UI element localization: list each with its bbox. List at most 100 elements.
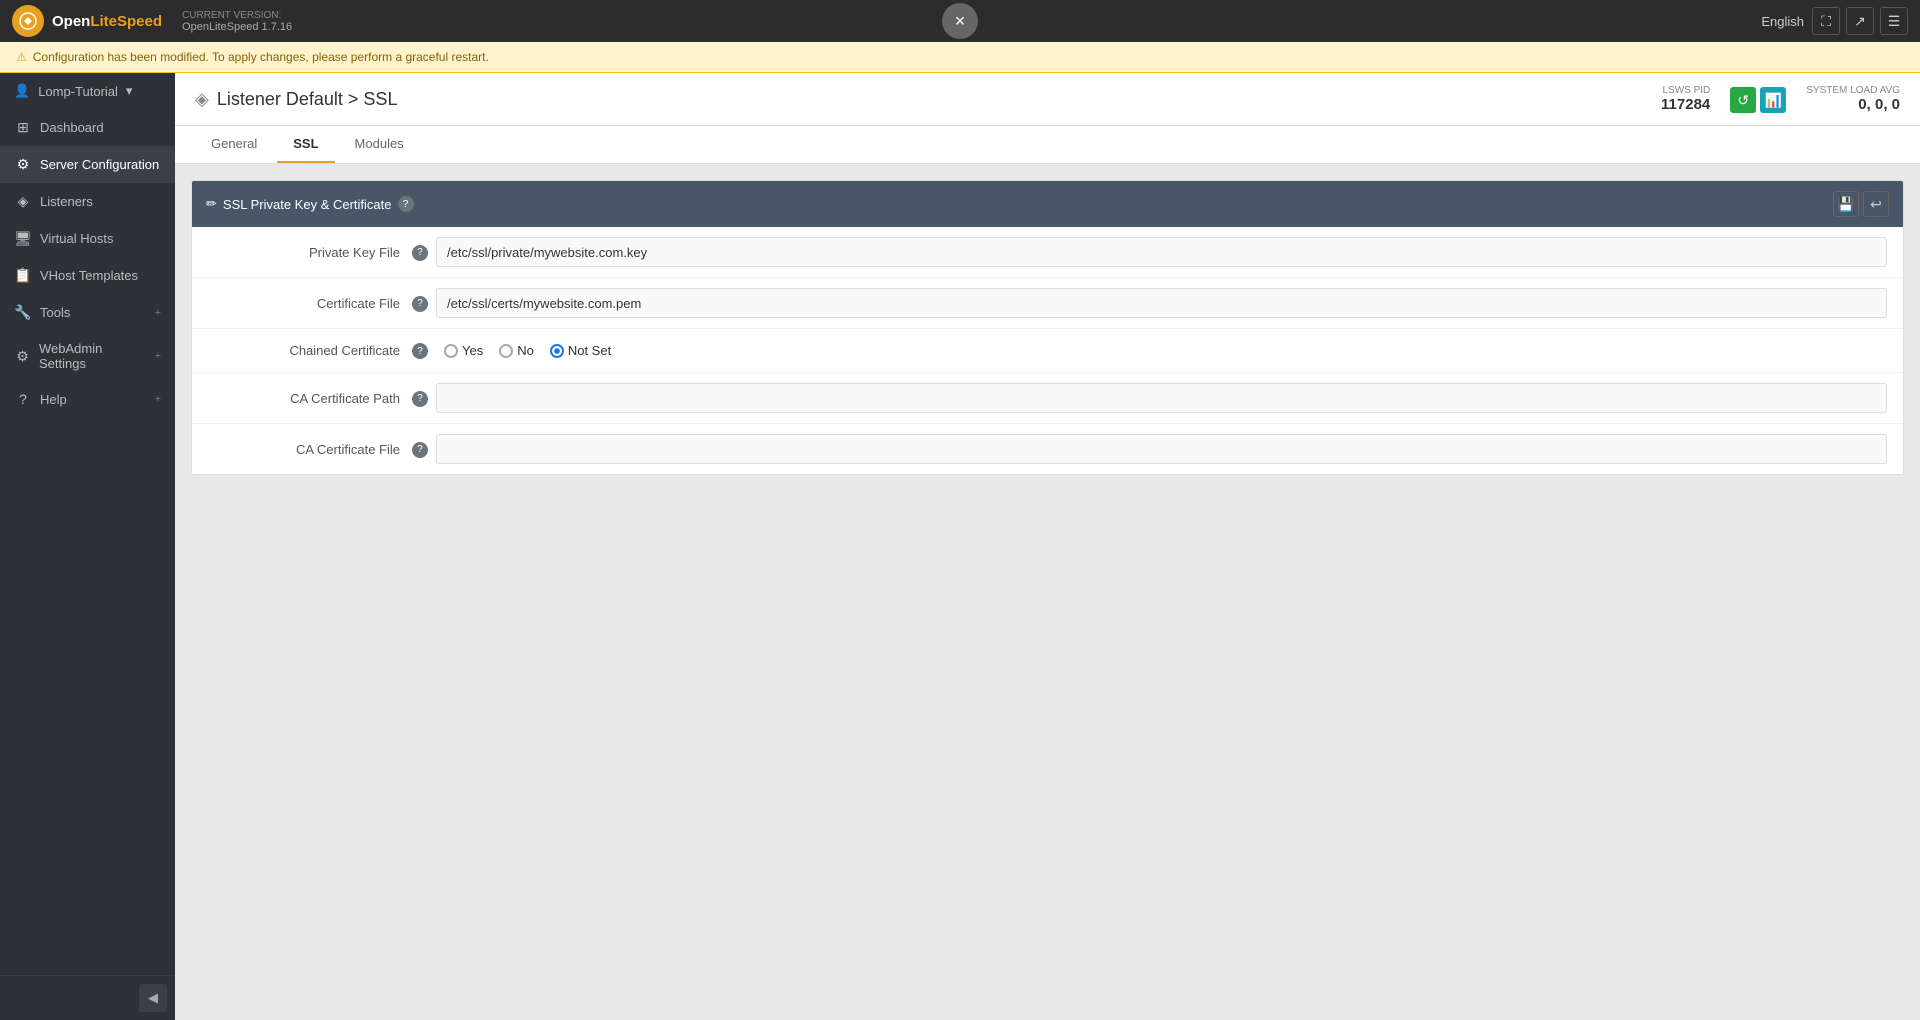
profile-arrow-icon: ▾ xyxy=(126,83,133,99)
main-layout: 👤 Lomp-Tutorial ▾ ⊞ Dashboard ⚙ Server C… xyxy=(0,73,1920,1020)
profile-label: Lomp-Tutorial xyxy=(38,84,118,99)
menu-button[interactable]: ☰ xyxy=(1880,7,1908,35)
load-value: 0, 0, 0 xyxy=(1806,96,1900,113)
top-bar: OpenLiteSpeed CURRENT VERSION: OpenLiteS… xyxy=(0,0,1920,42)
ca-certificate-path-help: ? xyxy=(412,389,428,407)
radio-no[interactable]: No xyxy=(499,343,534,358)
private-key-file-value: /etc/ssl/private/mywebsite.com.key xyxy=(436,237,1887,267)
radio-yes-circle xyxy=(444,344,458,358)
help-icon[interactable]: ? xyxy=(412,442,428,458)
expand-icon: + xyxy=(155,393,161,405)
field-private-key-file: Private Key File ? /etc/ssl/private/mywe… xyxy=(192,227,1903,278)
ca-certificate-file-value xyxy=(436,434,1887,464)
ca-certificate-file-help: ? xyxy=(412,440,428,458)
notification-bar: ⚠ Configuration has been modified. To ap… xyxy=(0,42,1920,73)
section-header-actions: 💾 ↩ xyxy=(1833,191,1889,217)
close-dialog-center: × xyxy=(942,3,978,39)
logo: OpenLiteSpeed xyxy=(12,5,162,37)
server-config-icon: ⚙ xyxy=(14,156,32,173)
virtual-hosts-icon: 🖥 xyxy=(14,230,32,247)
field-ca-certificate-file: CA Certificate File ? xyxy=(192,424,1903,474)
field-certificate-file: Certificate File ? /etc/ssl/certs/mywebs… xyxy=(192,278,1903,329)
sidebar-item-server-config[interactable]: ⚙ Server Configuration xyxy=(0,146,175,183)
vhost-templates-icon: 📋 xyxy=(14,267,32,284)
top-bar-icons: ⛶ ↗ ☰ xyxy=(1812,7,1908,35)
warning-icon: ⚠ xyxy=(16,50,27,64)
tab-modules[interactable]: Modules xyxy=(339,126,420,163)
sidebar-item-label: VHost Templates xyxy=(40,268,138,283)
section-header-left: ✏ SSL Private Key & Certificate ? xyxy=(206,196,1825,212)
new-tab-button[interactable]: ↗ xyxy=(1846,7,1874,35)
pid-actions: ↺ 📊 xyxy=(1730,87,1786,113)
sidebar-item-tools[interactable]: 🔧 Tools + xyxy=(0,294,175,331)
webadmin-icon: ⚙ xyxy=(14,348,31,365)
ssl-section-help-icon[interactable]: ? xyxy=(398,196,414,212)
section-discard-button[interactable]: ↩ xyxy=(1863,191,1889,217)
language-selector[interactable]: English xyxy=(1761,14,1804,29)
certificate-file-value: /etc/ssl/certs/mywebsite.com.pem xyxy=(436,288,1887,318)
logo-text: OpenLiteSpeed xyxy=(52,13,162,30)
sidebar: 👤 Lomp-Tutorial ▾ ⊞ Dashboard ⚙ Server C… xyxy=(0,73,175,1020)
radio-no-circle xyxy=(499,344,513,358)
sidebar-item-label: WebAdmin Settings xyxy=(39,341,147,371)
chained-certificate-help: ? xyxy=(412,342,428,360)
version-value: OpenLiteSpeed 1.7.16 xyxy=(182,21,292,33)
sidebar-item-label: Dashboard xyxy=(40,120,104,135)
page-title: ◈ Listener Default > SSL xyxy=(195,89,397,110)
sidebar-item-label: Virtual Hosts xyxy=(40,231,113,246)
help-icon[interactable]: ? xyxy=(412,391,428,407)
sidebar-item-virtual-hosts[interactable]: 🖥 Virtual Hosts xyxy=(0,220,175,257)
sidebar-item-webadmin[interactable]: ⚙ WebAdmin Settings + xyxy=(0,331,175,381)
close-button[interactable]: × xyxy=(942,3,978,39)
sidebar-item-label: Listeners xyxy=(40,194,93,209)
sidebar-collapse-button[interactable]: ◀ xyxy=(139,984,167,1012)
pid-label: LSWS PID xyxy=(1661,85,1710,96)
page-title-text: Listener Default > SSL xyxy=(217,89,398,110)
ssl-section-header: ✏ SSL Private Key & Certificate ? 💾 ↩ xyxy=(192,181,1903,227)
tab-general[interactable]: General xyxy=(195,126,273,163)
radio-yes-label: Yes xyxy=(462,343,483,358)
sidebar-item-dashboard[interactable]: ⊞ Dashboard xyxy=(0,109,175,146)
ca-certificate-path-value xyxy=(436,383,1887,413)
edit-icon: ✏ xyxy=(206,196,217,212)
tabs-bar: General SSL Modules xyxy=(175,126,1920,164)
sidebar-item-vhost-templates[interactable]: 📋 VHost Templates xyxy=(0,257,175,294)
fullscreen-button[interactable]: ⛶ xyxy=(1812,7,1840,35)
chained-certificate-label: Chained Certificate xyxy=(192,343,412,358)
help-icon[interactable]: ? xyxy=(412,245,428,261)
chained-cert-radio-group: Yes No Not Set xyxy=(444,343,1895,358)
version-info: CURRENT VERSION: OpenLiteSpeed 1.7.16 xyxy=(182,10,292,33)
field-ca-certificate-path: CA Certificate Path ? xyxy=(192,373,1903,424)
sidebar-item-label: Server Configuration xyxy=(40,157,159,172)
radio-not-set[interactable]: Not Set xyxy=(550,343,611,358)
tab-ssl[interactable]: SSL xyxy=(277,126,334,163)
ca-certificate-path-label: CA Certificate Path xyxy=(192,391,412,406)
sidebar-profile[interactable]: 👤 Lomp-Tutorial ▾ xyxy=(0,73,175,109)
help-icon[interactable]: ? xyxy=(412,343,428,359)
sidebar-item-label: Help xyxy=(40,392,67,407)
tools-icon: 🔧 xyxy=(14,304,32,321)
help-icon: ? xyxy=(14,391,32,407)
help-icon[interactable]: ? xyxy=(412,296,428,312)
sidebar-item-listeners[interactable]: ◈ Listeners xyxy=(0,183,175,220)
sidebar-item-help[interactable]: ? Help + xyxy=(0,381,175,417)
radio-not-set-label: Not Set xyxy=(568,343,611,358)
sidebar-bottom: ◀ xyxy=(0,975,175,1020)
listeners-icon: ◈ xyxy=(14,193,32,210)
certificate-file-help: ? xyxy=(412,294,428,312)
section-save-button[interactable]: 💾 xyxy=(1833,191,1859,217)
expand-icon: + xyxy=(155,350,161,362)
private-key-file-help[interactable]: ? xyxy=(412,243,428,261)
stats-button[interactable]: 📊 xyxy=(1760,87,1786,113)
notification-text: Configuration has been modified. To appl… xyxy=(33,50,489,64)
version-label: CURRENT VERSION: xyxy=(182,10,292,21)
sidebar-item-label: Tools xyxy=(40,305,70,320)
dashboard-icon: ⊞ xyxy=(14,119,32,136)
field-chained-certificate: Chained Certificate ? Yes No xyxy=(192,329,1903,373)
expand-icon: + xyxy=(155,307,161,319)
chained-certificate-value: Yes No Not Set xyxy=(436,339,1903,362)
restart-button[interactable]: ↺ xyxy=(1730,87,1756,113)
pid-value: 117284 xyxy=(1661,96,1710,113)
radio-yes[interactable]: Yes xyxy=(444,343,483,358)
profile-icon: 👤 xyxy=(14,83,30,99)
